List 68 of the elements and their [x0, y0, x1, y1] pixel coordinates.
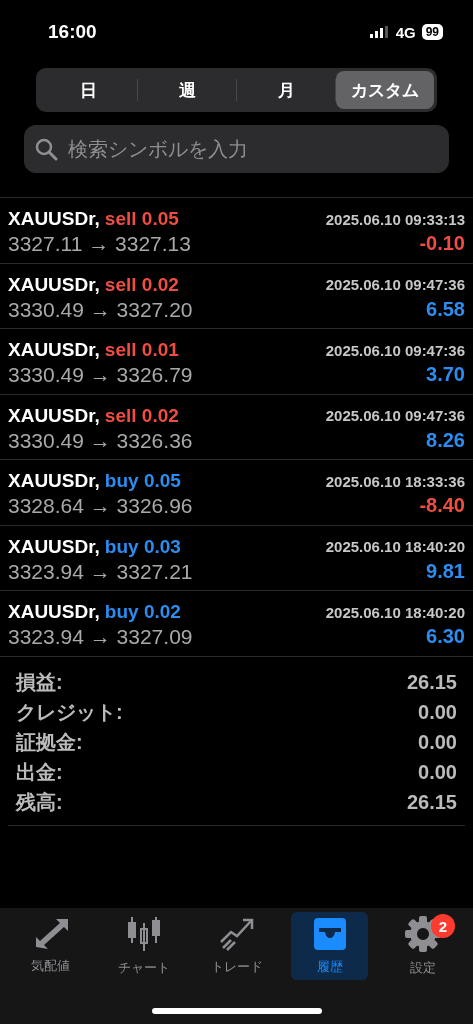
trade-symbol: XAUUSDr, — [8, 535, 100, 558]
trade-time: 2025.06.10 18:40:20 — [325, 603, 465, 621]
period-tab[interactable]: 日 — [39, 71, 137, 109]
signal-icon — [369, 26, 390, 38]
summary-label: 損益: — [16, 669, 64, 695]
trade-time: 2025.06.10 09:47:36 — [325, 276, 465, 294]
summary-label: クレジット: — [16, 699, 124, 725]
period-tab[interactable]: 週 — [138, 71, 236, 109]
trade-row[interactable]: XAUUSDr, sell 0.02 2025.06.10 09:47:36 3330.49 → 3327.20 6.58 — [0, 263, 473, 329]
summary-value: 0.00 — [417, 729, 457, 755]
trade-time: 2025.06.10 18:40:20 — [325, 538, 465, 556]
trade-time: 2025.06.10 09:33:13 — [325, 210, 465, 228]
summary-label: 残高: — [16, 789, 64, 815]
trade-order: sell 0.02 — [104, 273, 179, 296]
trade-order: buy 0.05 — [104, 470, 181, 493]
trade-symbol: XAUUSDr, — [8, 404, 100, 427]
trade-prices: 3323.94 → 3327.09 — [8, 625, 194, 650]
trade-prices: 3327.11 → 3327.13 — [8, 232, 192, 257]
trade-row[interactable]: XAUUSDr, sell 0.02 2025.06.10 09:47:36 3330.49 → 3326.36 8.26 — [0, 394, 473, 460]
summary-label: 出金: — [16, 759, 64, 785]
trade-prices: 3330.49 → 3327.20 — [8, 297, 194, 322]
battery-level: 99 — [421, 24, 443, 40]
trade-row[interactable]: XAUUSDr, buy 0.03 2025.06.10 18:40:20 3323.94 → 3327.21 9.81 — [0, 525, 473, 591]
trade-prices: 3330.49 → 3326.36 — [8, 428, 194, 453]
trade-profit: 6.58 — [426, 297, 465, 322]
trade-prices: 3328.64 → 3326.96 — [8, 494, 194, 519]
nav-tab[interactable]: 設定 2 — [384, 912, 461, 980]
trade-prices: 3323.94 → 3327.21 — [8, 559, 194, 584]
nav-tab[interactable]: チャート — [105, 912, 182, 980]
trade-time: 2025.06.10 18:33:36 — [325, 472, 465, 490]
trade-row[interactable]: XAUUSDr, sell 0.01 2025.06.10 09:47:36 3330.49 → 3326.79 3.70 — [0, 329, 473, 395]
trade-profit: -8.40 — [419, 494, 465, 519]
trade-prices: 3330.49 → 3326.79 — [8, 363, 194, 388]
trade-row[interactable]: XAUUSDr, buy 0.05 2025.06.10 18:33:36 3328.64 → 3326.96 -8.40 — [0, 460, 473, 526]
nav-tab[interactable]: 気配値 — [12, 912, 89, 980]
network-label: 4G — [395, 23, 416, 41]
trade-symbol: XAUUSDr, — [8, 601, 100, 624]
period-tab[interactable]: カスタム — [336, 71, 434, 109]
status-time: 16:00 — [48, 21, 97, 43]
summary-label: 証拠金: — [16, 729, 84, 755]
trade-profit: -0.10 — [419, 232, 465, 257]
trade-profit: 8.26 — [426, 428, 465, 453]
trade-row[interactable]: XAUUSDr, buy 0.02 2025.06.10 18:40:20 3323.94 → 3327.09 6.30 — [0, 591, 473, 657]
trade-time: 2025.06.10 09:47:36 — [325, 407, 465, 425]
summary-value: 26.15 — [406, 669, 457, 695]
trade-order: buy 0.03 — [104, 535, 181, 558]
trade-profit: 9.81 — [426, 559, 465, 584]
trade-profit: 3.70 — [426, 363, 465, 388]
summary-value: 0.00 — [417, 699, 457, 725]
period-tab[interactable]: 月 — [237, 71, 335, 109]
summary-value: 0.00 — [417, 759, 457, 785]
nav-tab[interactable]: 履歴 — [291, 912, 368, 980]
trade-order: buy 0.02 — [104, 601, 181, 624]
notification-badge: 2 — [431, 914, 455, 938]
trade-order: sell 0.01 — [104, 339, 179, 362]
trade-symbol: XAUUSDr, — [8, 470, 100, 493]
trade-order: sell 0.05 — [104, 208, 179, 231]
trade-row[interactable]: XAUUSDr, sell 0.05 2025.06.10 09:33:13 3327.11 → 3327.13 -0.10 — [0, 198, 473, 264]
summary-value: 26.15 — [406, 789, 457, 815]
nav-tab[interactable]: トレード — [198, 912, 275, 980]
trade-symbol: XAUUSDr, — [8, 339, 100, 362]
search-icon — [34, 137, 58, 161]
trade-order: sell 0.02 — [104, 404, 179, 427]
trade-symbol: XAUUSDr, — [8, 208, 100, 231]
trade-symbol: XAUUSDr, — [8, 273, 100, 296]
trade-time: 2025.06.10 09:47:36 — [325, 341, 465, 359]
trade-profit: 6.30 — [426, 625, 465, 650]
search-field[interactable]: 検索シンボルを入力 — [24, 125, 449, 173]
